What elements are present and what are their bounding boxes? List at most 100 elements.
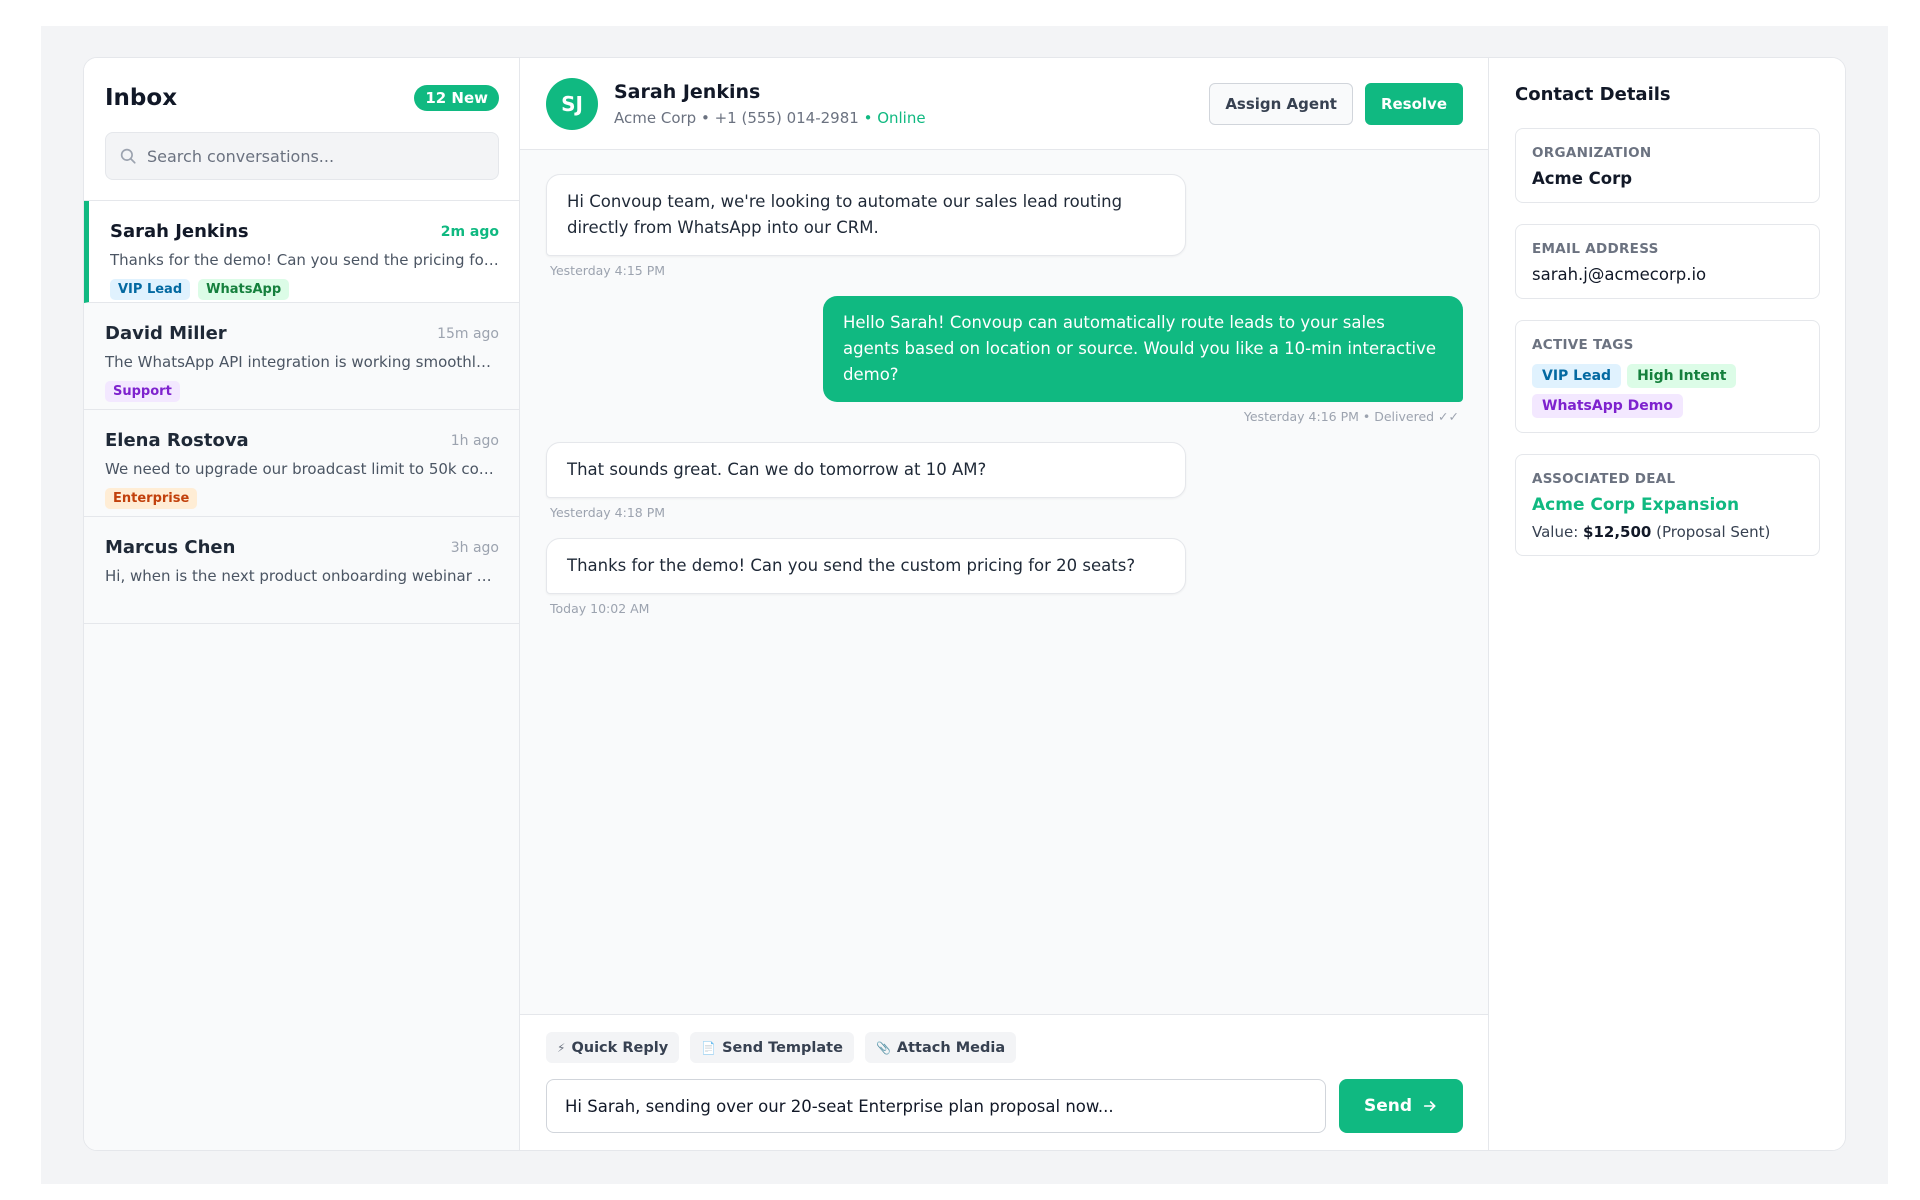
message-bubble: That sounds great. Can we do tomorrow at… bbox=[546, 442, 1186, 498]
avatar: SJ bbox=[546, 77, 598, 130]
inbox-title-row: Inbox 12 New bbox=[105, 80, 499, 116]
inbox-sidebar: Inbox 12 New Sarah Jenkins 2m ago Thanks f… bbox=[84, 58, 520, 1150]
chat-actions: Assign Agent Resolve bbox=[1209, 82, 1463, 125]
paperclip-icon: 📎 bbox=[875, 1040, 891, 1055]
conversation-time: 15m ago bbox=[437, 325, 499, 342]
chat-panel: SJ Sarah Jenkins Acme Corp • +1 (555) 01… bbox=[520, 58, 1488, 1150]
tag-badge: VIP Lead bbox=[110, 279, 191, 300]
tag-badge: WhatsApp bbox=[198, 279, 290, 300]
message-timestamp: Yesterday 4:18 PM bbox=[550, 505, 666, 520]
quick-action-label: Attach Media bbox=[896, 1039, 1006, 1056]
search-box[interactable] bbox=[105, 132, 499, 180]
chat-header: SJ Sarah Jenkins Acme Corp • +1 (555) 01… bbox=[520, 58, 1488, 150]
tag-badge: High Intent bbox=[1627, 364, 1737, 388]
active-tags-label: ACTIVE TAGS bbox=[1532, 337, 1634, 353]
new-count-badge: 12 New bbox=[414, 85, 499, 111]
inbox-header: Inbox 12 New bbox=[84, 58, 519, 201]
organization-card: ORGANIZATION Acme Corp bbox=[1515, 128, 1820, 203]
document-icon: 📄 bbox=[701, 1040, 717, 1055]
message-timestamp: Today 10:02 AM bbox=[550, 601, 650, 616]
outgoing-message: Hello Sarah! Convoup can automatically r… bbox=[546, 296, 1463, 424]
message-bubble: Hi Convoup team, we're looking to automa… bbox=[546, 174, 1186, 256]
message-thread[interactable]: Hi Convoup team, we're looking to automa… bbox=[520, 150, 1488, 1014]
contact-identity: Sarah Jenkins Acme Corp • +1 (555) 014-2… bbox=[614, 81, 926, 127]
conversation-header: Elena Rostova 1h ago bbox=[105, 430, 499, 451]
contact-name: Sarah Jenkins bbox=[614, 80, 761, 103]
deal-amount: $12,500 bbox=[1583, 523, 1652, 541]
conversation-item[interactable]: Marcus Chen 3h ago Hi, when is the next pr… bbox=[84, 517, 519, 624]
conversation-preview: Thanks for the demo! Can you send the pr… bbox=[110, 251, 499, 269]
message-timestamp: Yesterday 4:16 PM • Delivered ✓✓ bbox=[1243, 409, 1459, 424]
quick-action-button[interactable]: 📄 Send Template bbox=[690, 1032, 854, 1063]
conversation-preview: Hi, when is the next product onboarding … bbox=[105, 567, 499, 585]
contact-subtitle: Acme Corp • +1 (555) 014-2981 • Online bbox=[614, 109, 926, 127]
conversation-tags: VIP Lead WhatsApp bbox=[110, 279, 499, 300]
active-tags-list: VIP Lead High Intent WhatsApp Demo bbox=[1532, 364, 1803, 418]
deal-name-link[interactable]: Acme Corp Expansion bbox=[1532, 495, 1803, 515]
deal-value: Value: $12,500 (Proposal Sent) bbox=[1532, 523, 1803, 541]
details-title: Contact Details bbox=[1515, 84, 1671, 105]
incoming-message: Hi Convoup team, we're looking to automa… bbox=[546, 174, 1463, 278]
email-card: EMAIL ADDRESS sarah.j@acmecorp.io bbox=[1515, 224, 1820, 299]
conversation-header: Sarah Jenkins 2m ago bbox=[110, 221, 499, 242]
deal-stage: (Proposal Sent) bbox=[1651, 523, 1771, 541]
lightning-icon: ⚡ bbox=[557, 1040, 566, 1055]
email-value[interactable]: sarah.j@acmecorp.io bbox=[1532, 265, 1803, 284]
active-tags-card: ACTIVE TAGS VIP Lead High Intent WhatsApp … bbox=[1515, 320, 1820, 433]
conversation-item[interactable]: Elena Rostova 1h ago We need to upgrade ou… bbox=[84, 410, 519, 517]
message-composer: ⚡ Quick Reply 📄 Send Template 📎 Attach Media … bbox=[520, 1014, 1488, 1150]
organization-value: Acme Corp bbox=[1532, 169, 1633, 188]
send-button[interactable]: Send bbox=[1339, 1079, 1463, 1133]
contact-phone: +1 (555) 014-2981 bbox=[714, 108, 859, 127]
message-bubble: Thanks for the demo! Can you send the cu… bbox=[546, 538, 1186, 594]
conversation-time: 3h ago bbox=[450, 539, 499, 556]
conversation-time: 2m ago bbox=[440, 223, 499, 240]
deal-label: ASSOCIATED DEAL bbox=[1532, 471, 1676, 487]
search-input[interactable] bbox=[147, 146, 485, 166]
app-window: Inbox 12 New Sarah Jenkins 2m ago Thanks f… bbox=[83, 57, 1846, 1151]
tag-badge: WhatsApp Demo bbox=[1532, 394, 1683, 418]
page-background: Inbox 12 New Sarah Jenkins 2m ago Thanks f… bbox=[41, 26, 1888, 1184]
conversation-item[interactable]: David Miller 15m ago The WhatsApp API inte… bbox=[84, 303, 519, 410]
search-icon bbox=[120, 148, 136, 164]
conversation-name: Elena Rostova bbox=[105, 430, 249, 451]
contact-company: Acme Corp bbox=[614, 108, 697, 127]
online-status: Online bbox=[877, 108, 926, 127]
contact-details-panel: Contact Details ORGANIZATION Acme Corp E… bbox=[1488, 58, 1845, 1150]
conversation-time: 1h ago bbox=[450, 432, 499, 449]
tag-badge: Enterprise bbox=[105, 488, 198, 509]
message-timestamp: Yesterday 4:15 PM bbox=[550, 263, 666, 278]
subtitle-separator: • bbox=[696, 108, 715, 127]
conversation-name: David Miller bbox=[105, 323, 227, 344]
incoming-message: That sounds great. Can we do tomorrow at… bbox=[546, 442, 1463, 520]
quick-action-label: Quick Reply bbox=[571, 1039, 669, 1056]
arrow-right-icon bbox=[1423, 1101, 1436, 1111]
quick-actions: ⚡ Quick Reply 📄 Send Template 📎 Attach Media bbox=[546, 1032, 1463, 1063]
conversation-tags: Enterprise bbox=[105, 488, 499, 509]
separator-online: • bbox=[858, 108, 878, 127]
email-label: EMAIL ADDRESS bbox=[1532, 241, 1659, 257]
incoming-message: Thanks for the demo! Can you send the cu… bbox=[546, 538, 1463, 616]
conversation-preview: We need to upgrade our broadcast limit t… bbox=[105, 460, 499, 478]
message-bubble: Hello Sarah! Convoup can automatically r… bbox=[823, 296, 1463, 402]
conversation-header: David Miller 15m ago bbox=[105, 323, 499, 344]
conversation-tags: Support bbox=[105, 381, 499, 402]
input-row: Send bbox=[546, 1079, 1463, 1133]
conversation-header: Marcus Chen 3h ago bbox=[105, 537, 499, 558]
conversation-preview: The WhatsApp API integration is working … bbox=[105, 353, 499, 371]
assign-agent-button[interactable]: Assign Agent bbox=[1209, 82, 1353, 125]
quick-action-button[interactable]: ⚡ Quick Reply bbox=[546, 1032, 680, 1063]
tag-badge: VIP Lead bbox=[1532, 364, 1622, 388]
conversation-name: Sarah Jenkins bbox=[110, 221, 249, 242]
inbox-title: Inbox bbox=[105, 85, 178, 111]
message-input[interactable] bbox=[546, 1079, 1326, 1133]
conversation-item[interactable]: Sarah Jenkins 2m ago Thanks for the demo! … bbox=[84, 201, 519, 303]
resolve-button[interactable]: Resolve bbox=[1364, 82, 1463, 125]
quick-action-label: Send Template bbox=[722, 1039, 843, 1056]
quick-action-button[interactable]: 📎 Attach Media bbox=[864, 1032, 1017, 1063]
conversation-list: Sarah Jenkins 2m ago Thanks for the demo! … bbox=[84, 201, 519, 624]
deal-value-prefix: Value: bbox=[1532, 523, 1584, 541]
conversation-name: Marcus Chen bbox=[105, 537, 236, 558]
tag-badge: Support bbox=[105, 381, 180, 402]
deal-card: ASSOCIATED DEAL Acme Corp Expansion Valu… bbox=[1515, 454, 1820, 556]
